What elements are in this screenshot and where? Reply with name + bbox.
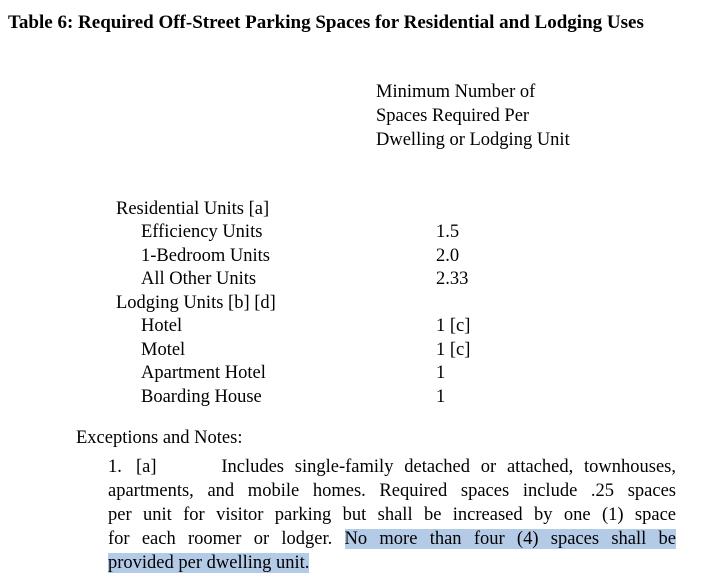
column-header: Minimum Number of Spaces Required Per Dw… <box>376 80 570 152</box>
column-header-line: Dwelling or Lodging Unit <box>376 130 570 150</box>
note-line: [a] Includes single-family detached or a… <box>136 455 676 479</box>
row-label: All Other Units <box>141 269 257 289</box>
highlighted-text[interactable]: No more than four (4) spaces shall be <box>344 529 676 549</box>
row-label-group: Lodging Units [b] [d] <box>116 293 276 313</box>
column-header-line: Minimum Number of <box>376 82 536 102</box>
note-text: for each roomer or lodger. <box>108 529 333 549</box>
row-label: Boarding House <box>141 387 262 407</box>
row-label: Efficiency Units <box>141 222 263 242</box>
note-text: Includes single-family detached or attac… <box>221 457 677 477</box>
row-label: Hotel <box>141 316 183 336</box>
row-value: 1.5 <box>436 222 460 242</box>
note-marker: [a] <box>136 457 157 477</box>
row-value: 1 [c] <box>436 316 471 336</box>
note-line: for each roomer or lodger. No more than … <box>108 527 676 551</box>
exceptions-heading: Exceptions and Notes: <box>76 428 243 448</box>
column-header-line: Spaces Required Per <box>376 106 530 126</box>
note-line: provided per dwelling unit. <box>108 551 676 575</box>
row-label: Motel <box>141 340 186 360</box>
highlighted-text[interactable]: provided per dwelling unit. <box>108 553 310 573</box>
note-number: 1. <box>108 457 122 477</box>
row-value: 1 <box>436 363 446 383</box>
row-label: 1-Bedroom Units <box>141 246 270 266</box>
row-value: 2.33 <box>436 269 469 289</box>
row-label-group: Residential Units [a] <box>116 199 270 219</box>
note-line: apartments, and mobile homes. Required s… <box>108 481 676 501</box>
row-value: 1 [c] <box>436 340 471 360</box>
table-title: Table 6: Required Off-Street Parking Spa… <box>8 12 644 33</box>
note-body: [a] Includes single-family detached or a… <box>108 455 676 575</box>
row-value: 1 <box>436 387 446 407</box>
row-label: Apartment Hotel <box>141 363 266 383</box>
row-value: 2.0 <box>436 246 460 266</box>
note-line: per unit for visitor parking but shall b… <box>108 505 676 525</box>
